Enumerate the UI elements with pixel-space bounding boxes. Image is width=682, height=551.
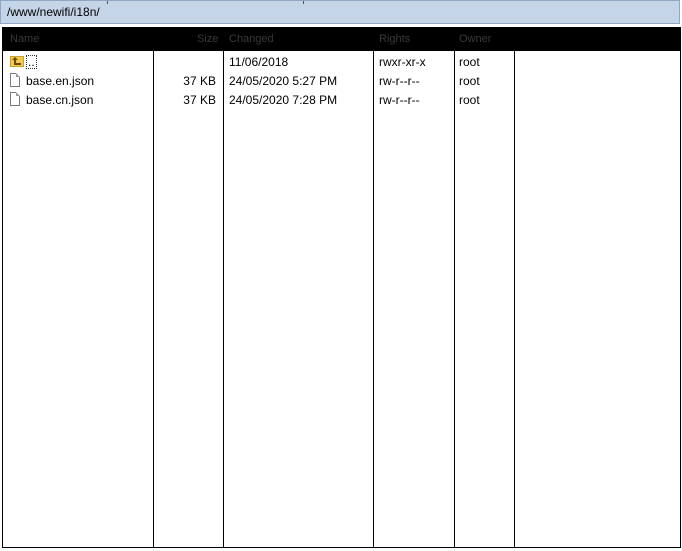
file-size: 37 KB [183,74,216,88]
column-divider[interactable] [223,51,224,547]
file-owner: root [459,93,480,107]
divider [303,1,304,4]
column-divider[interactable] [153,51,154,547]
file-size: 37 KB [183,93,216,107]
file-changed: 24/05/2020 7:28 PM [229,93,338,107]
column-header-changed[interactable]: Changed [229,33,274,45]
column-divider[interactable] [454,51,455,547]
file-name: base.cn.json [26,93,94,107]
current-path: /www/newifi/i18n/ [7,5,100,19]
column-header-size[interactable]: Size [197,33,218,45]
file-changed: 24/05/2020 5:27 PM [229,74,338,88]
file-icon [10,73,20,87]
file-icon [10,92,20,106]
file-rights: rw-r--r-- [379,74,420,88]
file-changed: 11/06/2018 [229,55,289,69]
file-name: .. [26,55,37,69]
parent-folder-icon [10,56,24,67]
table-row[interactable]: base.en.json 37 KB 24/05/2020 5:27 PM rw… [3,72,680,91]
file-list-panel[interactable]: Name Size Changed Rights Owner .. 11/06/… [2,27,681,548]
divider [107,1,108,4]
column-header-rights[interactable]: Rights [379,33,410,45]
table-row[interactable]: .. 11/06/2018 rwxr-xr-x root [3,53,680,72]
column-divider[interactable] [514,51,515,547]
table-row[interactable]: base.cn.json 37 KB 24/05/2020 7:28 PM rw… [3,91,680,110]
column-divider[interactable] [373,51,374,547]
file-owner: root [459,74,480,88]
column-header-owner[interactable]: Owner [459,33,491,45]
column-header-row: Name Size Changed Rights Owner [3,28,680,51]
file-rights: rw-r--r-- [379,93,420,107]
file-name: base.en.json [26,74,95,88]
file-owner: root [459,55,480,69]
path-bar[interactable]: /www/newifi/i18n/ [0,0,680,24]
column-header-name[interactable]: Name [10,33,39,45]
file-rights: rwxr-xr-x [379,55,426,69]
